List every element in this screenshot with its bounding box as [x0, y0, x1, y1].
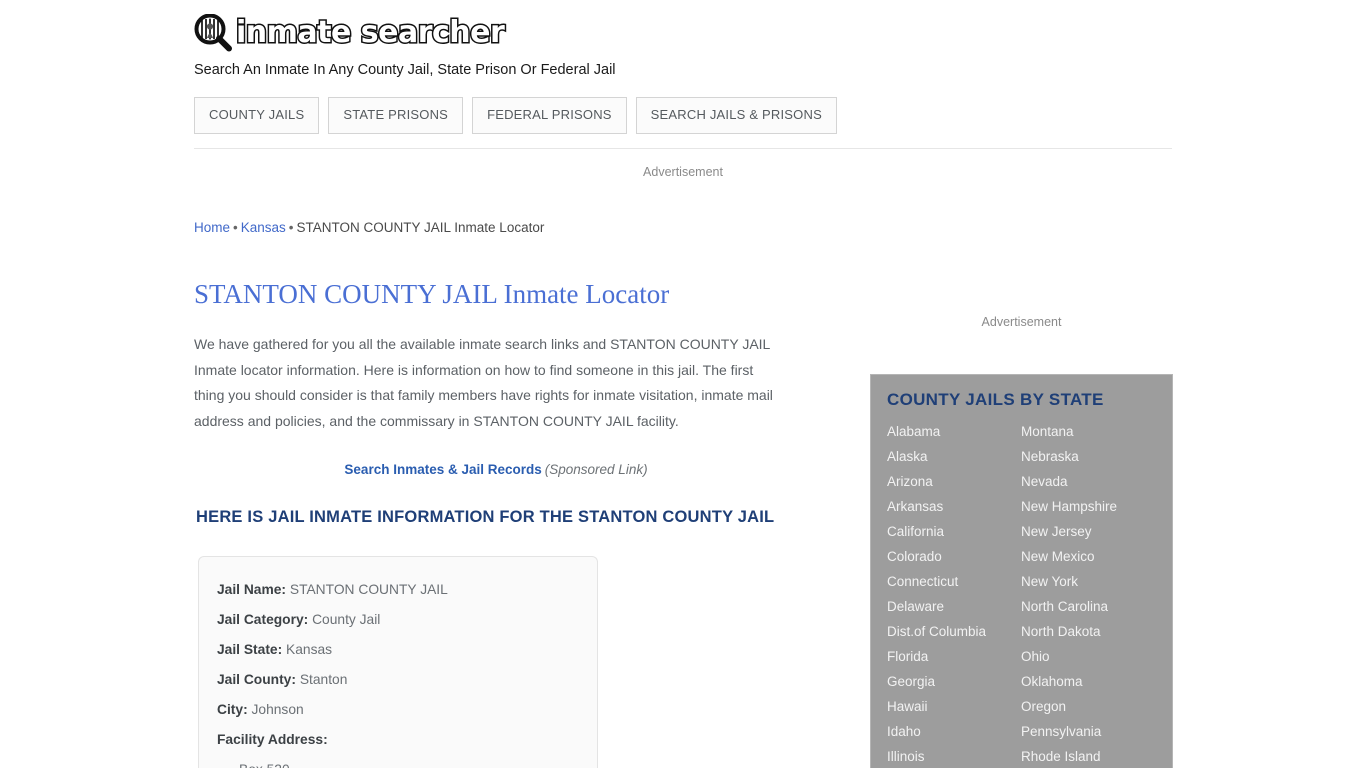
state-link[interactable]: North Carolina: [1021, 594, 1155, 619]
info-row-city: City: Johnson: [217, 695, 597, 725]
state-link[interactable]: North Dakota: [1021, 619, 1155, 644]
jail-info-card: Jail Name: STANTON COUNTY JAIL Jail Cate…: [198, 556, 598, 768]
state-link[interactable]: Florida: [887, 644, 1021, 669]
section-heading: HERE IS JAIL INMATE INFORMATION FOR THE …: [196, 508, 775, 526]
state-link[interactable]: Delaware: [887, 594, 1021, 619]
nav-item-county-jails[interactable]: COUNTY JAILS: [194, 97, 320, 134]
widget-title: COUNTY JAILS BY STATE: [887, 390, 1104, 409]
advertisement-top: Advertisement: [194, 165, 1172, 179]
state-link[interactable]: California: [887, 519, 1021, 544]
site-logo[interactable]: inmate searcher: [194, 10, 1172, 56]
advertisement-sidebar: Advertisement: [870, 315, 1173, 329]
nav-item-federal-prisons[interactable]: FEDERAL PRISONS: [472, 97, 627, 134]
page-root: inmate searcher Search An Inmate In Any …: [0, 0, 1366, 768]
header-divider: [194, 148, 1172, 149]
state-columns: Alabama Alaska Arizona Arkansas California Co…: [887, 419, 1172, 768]
state-link[interactable]: Georgia: [887, 669, 1021, 694]
sponsored-link[interactable]: Search Inmates & Jail Records: [344, 462, 541, 477]
breadcrumb-link-kansas[interactable]: Kansas: [241, 220, 286, 235]
advertisement-sidebar-label: Advertisement: [981, 315, 1062, 329]
intro-paragraph: We have gathered for you all the availab…: [194, 336, 773, 429]
info-row-facility-address: Facility Address:: [217, 725, 597, 755]
state-link[interactable]: New Mexico: [1021, 544, 1155, 569]
info-value: County Jail: [312, 612, 381, 627]
state-link[interactable]: Nevada: [1021, 469, 1155, 494]
state-link[interactable]: New York: [1021, 569, 1155, 594]
sponsored-note: (Sponsored Link): [544, 462, 648, 477]
state-link[interactable]: Connecticut: [887, 569, 1021, 594]
breadcrumb-separator: •: [233, 220, 238, 235]
breadcrumb-link-home[interactable]: Home: [194, 220, 230, 235]
nav-item-state-prisons[interactable]: STATE PRISONS: [328, 97, 464, 134]
state-link[interactable]: Alabama: [887, 419, 1021, 444]
info-label: City:: [217, 702, 248, 717]
state-link[interactable]: Nebraska: [1021, 444, 1155, 469]
magnifier-jail-icon: [194, 13, 232, 52]
state-link[interactable]: Oregon: [1021, 694, 1155, 719]
advertisement-top-label: Advertisement: [643, 165, 723, 179]
info-label: Jail Name:: [217, 582, 287, 597]
site-header: inmate searcher Search An Inmate In Any …: [194, 10, 1172, 78]
state-link[interactable]: New Hampshire: [1021, 494, 1155, 519]
state-link[interactable]: Alaska: [887, 444, 1021, 469]
info-value: Johnson: [251, 702, 304, 717]
state-link[interactable]: Idaho: [887, 719, 1021, 744]
info-row-jail-county: Jail County: Stanton: [217, 665, 597, 695]
state-link[interactable]: Ohio: [1021, 644, 1155, 669]
state-link[interactable]: Rhode Island: [1021, 744, 1155, 768]
state-link[interactable]: Dist.of Columbia: [887, 619, 1021, 644]
state-link[interactable]: Montana: [1021, 419, 1155, 444]
info-value: STANTON COUNTY JAIL: [289, 582, 448, 597]
state-link[interactable]: Arkansas: [887, 494, 1021, 519]
info-row-jail-name: Jail Name: STANTON COUNTY JAIL: [217, 575, 597, 605]
main-navigation: COUNTY JAILS STATE PRISONS FEDERAL PRISO…: [194, 97, 837, 134]
info-address-line: Box 520: [217, 755, 597, 768]
breadcrumb-current: STANTON COUNTY JAIL Inmate Locator: [296, 220, 545, 235]
info-label: Facility Address:: [217, 732, 328, 747]
page-title: STANTON COUNTY JAIL Inmate Locator: [194, 279, 670, 309]
state-link[interactable]: Oklahoma: [1021, 669, 1155, 694]
info-value: Stanton: [299, 672, 348, 687]
info-label: Jail State:: [217, 642, 283, 657]
state-link[interactable]: Pennsylvania: [1021, 719, 1155, 744]
site-logo-text: inmate searcher: [234, 14, 506, 52]
state-link[interactable]: Illinois: [887, 744, 1021, 768]
main-content: Home • Kansas • STANTON COUNTY JAIL Inmate L…: [194, 219, 794, 768]
nav-item-search-jails-prisons[interactable]: SEARCH JAILS & PRISONS: [635, 97, 837, 134]
info-row-jail-category: Jail Category: County Jail: [217, 605, 597, 635]
state-link[interactable]: Arizona: [887, 469, 1021, 494]
info-value: Kansas: [286, 642, 333, 657]
county-jails-by-state-widget: COUNTY JAILS BY STATE Alabama Alaska Arizo…: [870, 374, 1173, 768]
state-column-left: Alabama Alaska Arizona Arkansas California Co…: [887, 419, 1021, 768]
state-link[interactable]: New Jersey: [1021, 519, 1155, 544]
breadcrumb: Home • Kansas • STANTON COUNTY JAIL Inmate L…: [194, 219, 794, 236]
site-tagline: Search An Inmate In Any County Jail, Sta…: [194, 62, 616, 78]
breadcrumb-separator: •: [288, 220, 294, 235]
info-label: Jail Category:: [217, 612, 309, 627]
state-link[interactable]: Colorado: [887, 544, 1021, 569]
info-label: Jail County:: [217, 672, 296, 687]
state-column-right: Montana Nebraska Nevada New Hampshire New Je…: [1021, 419, 1155, 768]
state-link[interactable]: Hawaii: [887, 694, 1021, 719]
sponsored-link-row: Search Inmates & Jail Records (Sponsored …: [194, 462, 794, 477]
info-row-jail-state: Jail State: Kansas: [217, 635, 597, 665]
